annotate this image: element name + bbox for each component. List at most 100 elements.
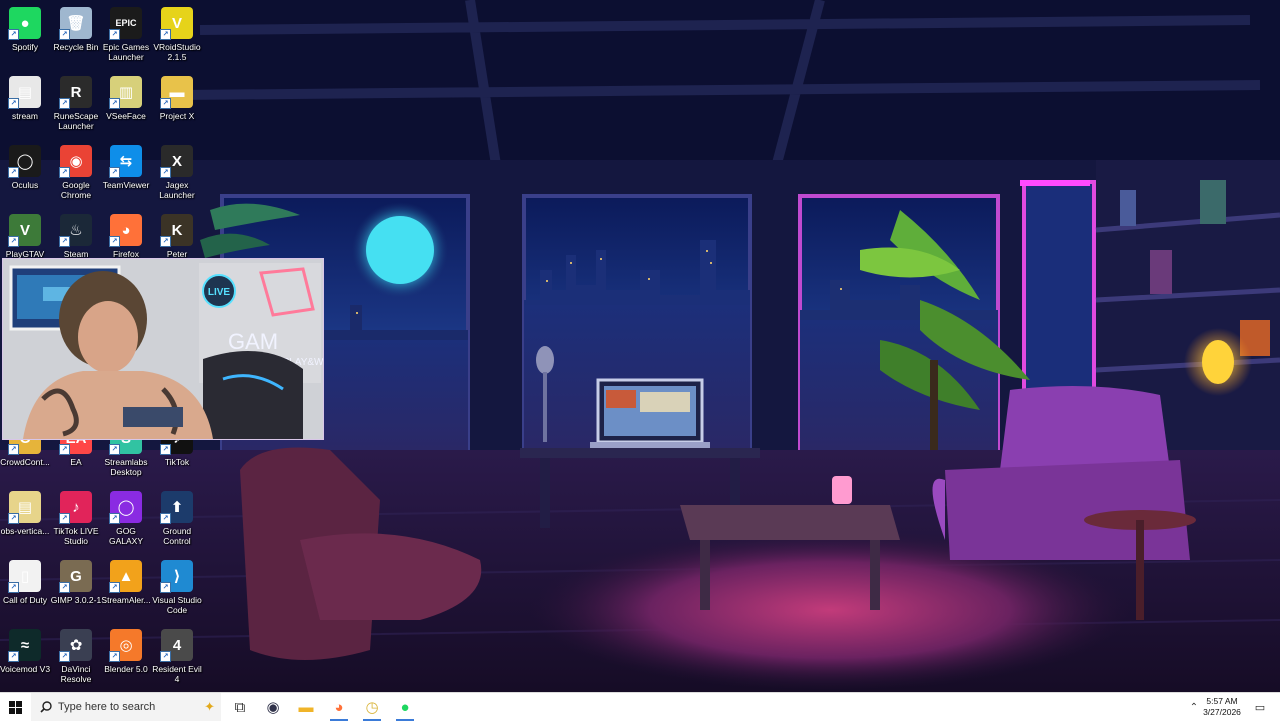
desktop-icon[interactable]: ⬆ ↗ Ground Control	[152, 487, 202, 553]
shortcut-arrow-icon: ↗	[59, 651, 70, 662]
desktop-icon[interactable]: ◉ ↗ Google Chrome	[51, 141, 101, 207]
shortcut-arrow-icon: ↗	[109, 98, 120, 109]
runescape-icon: R ↗	[59, 76, 92, 109]
vscode-icon: ⟩ ↗	[160, 560, 193, 593]
desktop-icon[interactable]: ▲ ↗ StreamAler...	[101, 556, 151, 622]
shortcut-arrow-icon: ↗	[109, 236, 120, 247]
shortcut-arrow-icon: ↗	[59, 167, 70, 178]
desktop-icon[interactable]: ▤ ↗ obs-vertica...	[0, 487, 50, 553]
desktop-icon[interactable]: 4 ↗ Resident Evil 4	[152, 625, 202, 691]
desktop-icon[interactable]: EPIC ↗ Epic Games Launcher	[101, 3, 151, 69]
recycle-bin-icon: 🗑 ↗	[59, 7, 92, 40]
file-explorer-icon[interactable]: ▬	[295, 693, 317, 721]
gtav-icon: V ↗	[8, 214, 41, 247]
webcam-sign-main: GAM	[228, 329, 278, 354]
clock-time: 5:57 AM	[1206, 696, 1238, 706]
shortcut-arrow-icon: ↗	[8, 513, 19, 524]
shortcut-arrow-icon: ↗	[109, 167, 120, 178]
blender-icon: ◎ ↗	[109, 629, 142, 662]
shortcut-arrow-icon: ↗	[59, 513, 70, 524]
webcam-sign-live: LIVE	[208, 287, 231, 298]
search-highlight-icon[interactable]: ✦	[204, 699, 215, 715]
vroid-studio-icon: V ↗	[160, 7, 193, 40]
firefox-taskbar-icon[interactable]: ◕	[328, 693, 350, 721]
taskbar-clock[interactable]: 5:57 AM 3/27/2026	[1200, 696, 1244, 718]
shortcut-arrow-icon: ↗	[59, 582, 70, 593]
desktop-icon-label: EA	[70, 457, 82, 467]
desktop-icon[interactable]: ⟩ ↗ Visual Studio Code	[152, 556, 202, 622]
ground-control-icon: ⬆ ↗	[160, 491, 193, 524]
desktop-icon[interactable]: 🗑 ↗ Recycle Bin	[51, 3, 101, 69]
task-view-icon[interactable]: ⧉	[229, 693, 251, 721]
desktop-icon[interactable]: ▬ ↗ Project X	[152, 72, 202, 138]
shortcut-arrow-icon: ↗	[59, 444, 70, 455]
clock-app-icon[interactable]: ◷	[361, 693, 383, 721]
clock-date: 3/27/2026	[1203, 707, 1241, 717]
search-icon	[40, 701, 52, 713]
desktop-icon[interactable]: ✿ ↗ DaVinci Resolve	[51, 625, 101, 691]
desktop-icon[interactable]: ● ↗ Spotify	[0, 3, 50, 69]
shortcut-arrow-icon: ↗	[160, 582, 171, 593]
shortcut-arrow-icon: ↗	[160, 444, 171, 455]
steam-icon: ♨ ↗	[59, 214, 92, 247]
tiktok-live-icon: ♪ ↗	[59, 491, 92, 524]
notification-center-icon[interactable]: ▭	[1250, 693, 1270, 721]
desktop-icon[interactable]: R ↗ RuneScape Launcher	[51, 72, 101, 138]
search-placeholder: Type here to search	[58, 701, 156, 713]
desktop-icon[interactable]: V ↗ VRoidStudio 2.1.5	[152, 3, 202, 69]
davinci-resolve-icon: ✿ ↗	[59, 629, 92, 662]
desktop-icon-label: Voicemod V3	[0, 664, 51, 674]
shortcut-arrow-icon: ↗	[8, 167, 19, 178]
desktop-icon-label: GOG GALAXY	[108, 526, 144, 546]
teamviewer-icon: ⇆ ↗	[109, 145, 142, 178]
shortcut-arrow-icon: ↗	[59, 98, 70, 109]
shortcut-arrow-icon: ↗	[8, 29, 19, 40]
obs-icon[interactable]: ◉	[262, 693, 284, 721]
desktop-icon-label: Visual Studio Code	[152, 595, 202, 615]
jagex-icon: X ↗	[160, 145, 193, 178]
desktop-icon[interactable]: ◯ ↗ Oculus	[0, 141, 50, 207]
desktop-icon-label: Blender 5.0	[104, 664, 148, 674]
desktop-icon-label: Call of Duty	[3, 595, 47, 605]
resident-evil-icon: 4 ↗	[160, 629, 193, 662]
desktop-icon[interactable]: ▯ ↗ Call of Duty	[0, 556, 50, 622]
desktop-icon-label: obs-vertica...	[0, 526, 50, 536]
desktop-icon[interactable]: X ↗ Jagex Launcher	[152, 141, 202, 207]
shortcut-arrow-icon: ↗	[8, 236, 19, 247]
desktop-icon[interactable]: ⇆ ↗ TeamViewer	[101, 141, 151, 207]
desktop-icon[interactable]: ≈ ↗ Voicemod V3	[0, 625, 50, 691]
desktop-icon[interactable]: ♪ ↗ TikTok LIVE Studio	[51, 487, 101, 553]
windows-logo-icon	[9, 700, 22, 714]
shortcut-arrow-icon: ↗	[109, 444, 120, 455]
desktop-icon-label: Oculus	[11, 180, 39, 190]
desktop-icon-label: TikTok	[164, 457, 190, 467]
shortcut-arrow-icon: ↗	[109, 582, 120, 593]
desktop-icon-label: VRoidStudio 2.1.5	[153, 42, 201, 62]
desktop-icon-label: Jagex Launcher	[159, 180, 195, 200]
shortcut-arrow-icon: ↗	[109, 513, 120, 524]
shortcut-arrow-icon: ↗	[160, 513, 171, 524]
desktop-icon[interactable]: ◯ ↗ GOG GALAXY	[101, 487, 151, 553]
spotify-taskbar-icon[interactable]: ●	[394, 693, 416, 721]
shortcut-arrow-icon: ↗	[109, 29, 120, 40]
desktop-icon-label: VSeeFace	[106, 111, 146, 121]
taskbar: Type here to search ✦ ⧉ ◉ ▬ ◕ ◷ ● ⌃ 5:57 AM 3…	[0, 692, 1280, 721]
desktop-icon-label: Project X	[159, 111, 195, 121]
folder-icon: ▬ ↗	[160, 76, 193, 109]
file-icon: ▯ ↗	[8, 560, 41, 593]
start-button[interactable]	[0, 693, 31, 721]
shortcut-arrow-icon: ↗	[59, 29, 70, 40]
desktop-icon-label: DaVinci Resolve	[60, 664, 92, 684]
taskbar-search-box[interactable]: Type here to search ✦	[31, 693, 221, 721]
desktop-icon-label: Recycle Bin	[53, 42, 99, 52]
shortcut-arrow-icon: ↗	[8, 444, 19, 455]
desktop-icon[interactable]: ◎ ↗ Blender 5.0	[101, 625, 151, 691]
spotify-icon: ● ↗	[8, 7, 41, 40]
desktop-icon[interactable]: G ↗ GIMP 3.0.2-1	[51, 556, 101, 622]
shortcut-arrow-icon: ↗	[160, 98, 171, 109]
desktop-icon[interactable]: ▥ ↗ VSeeFace	[101, 72, 151, 138]
oculus-icon: ◯ ↗	[8, 145, 41, 178]
desktop-icon[interactable]: ▤ ↗ stream	[0, 72, 50, 138]
peter-game-icon: K ↗	[160, 214, 193, 247]
desktop-icon-label: StreamAler...	[101, 595, 151, 605]
